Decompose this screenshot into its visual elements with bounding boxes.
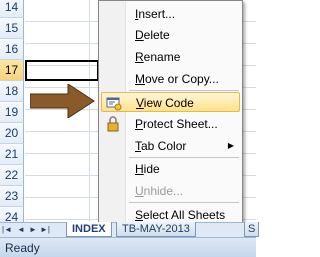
- row-number: 16: [4, 42, 19, 56]
- menu-item-label: Delete: [135, 28, 170, 42]
- sheet-context-menu: Insert... Delete Rename Move or Copy... …: [98, 0, 243, 233]
- first-sheet-icon[interactable]: |◄: [2, 225, 12, 235]
- menu-item-protect-sheet[interactable]: Protect Sheet...: [101, 114, 240, 134]
- row-number: 17: [4, 63, 19, 77]
- sheet-tab-label: S: [248, 223, 256, 235]
- submenu-arrow-icon: ▶: [227, 141, 234, 150]
- row-number: 19: [4, 105, 19, 119]
- row-number: 20: [4, 126, 19, 140]
- menu-separator: [129, 157, 239, 158]
- row-header-21[interactable]: 21: [0, 144, 24, 165]
- tab-s[interactable]: S: [244, 222, 260, 237]
- row-header-17[interactable]: 17: [0, 60, 24, 81]
- menu-item-label: Insert...: [135, 7, 176, 21]
- menu-item-hide[interactable]: Hide: [101, 159, 240, 179]
- row-number: 21: [4, 147, 19, 161]
- row-number: 15: [4, 21, 19, 35]
- menu-item-delete[interactable]: Delete: [101, 25, 240, 45]
- row-header-18[interactable]: 18: [0, 81, 24, 102]
- row-header-22[interactable]: 22: [0, 165, 24, 186]
- tab-tb-may-2013[interactable]: TB-MAY-2013: [116, 222, 196, 237]
- menu-item-label: Hide: [135, 162, 160, 176]
- row-header-19[interactable]: 19: [0, 102, 24, 123]
- row-number: 22: [4, 168, 19, 182]
- next-sheet-icon[interactable]: ►: [28, 225, 38, 235]
- row-header-20[interactable]: 20: [0, 123, 24, 144]
- row-header-14[interactable]: 14: [0, 0, 24, 18]
- row-number: 23: [4, 189, 19, 203]
- sheet-tab-label: INDEX: [72, 223, 106, 235]
- tab-index[interactable]: INDEX: [66, 222, 112, 237]
- menu-item-label: Rename: [135, 50, 181, 64]
- row-header-23[interactable]: 23: [0, 186, 24, 207]
- menu-separator: [129, 202, 239, 203]
- status-bar: Ready: [0, 237, 256, 257]
- menu-item-unhide: Unhide...: [101, 181, 240, 201]
- status-text: Ready: [5, 241, 40, 255]
- row-number: 14: [4, 0, 19, 14]
- sheet-tab-bar: |◄ ◄ ► ►| INDEX TB-MAY-2013 S: [0, 222, 260, 237]
- last-sheet-icon[interactable]: ►|: [40, 225, 50, 235]
- menu-item-move-or-copy[interactable]: Move or Copy...: [101, 69, 240, 89]
- menu-item-rename[interactable]: Rename: [101, 47, 240, 67]
- view-code-icon: [106, 95, 122, 111]
- row-header-15[interactable]: 15: [0, 18, 24, 39]
- row-header-16[interactable]: 16: [0, 39, 24, 60]
- selected-cell[interactable]: [25, 60, 99, 81]
- menu-item-label: Tab Color: [135, 139, 187, 153]
- pointer-arrow-icon: [30, 84, 95, 118]
- menu-item-view-code[interactable]: View Code: [101, 92, 240, 112]
- menu-item-label: Unhide...: [135, 184, 184, 198]
- menu-separator: [129, 90, 239, 91]
- row-number: 18: [4, 84, 19, 98]
- menu-item-label: View Code: [136, 96, 194, 110]
- menu-item-label: Move or Copy...: [135, 72, 219, 86]
- previous-sheet-icon[interactable]: ◄: [16, 225, 26, 235]
- menu-item-tab-color[interactable]: Tab Color ▶: [101, 136, 240, 156]
- padlock-icon: [105, 116, 121, 132]
- row-headers: 14 15 16 17 18 19 20 21 22 23 24: [0, 0, 25, 228]
- sheet-tab-label: TB-MAY-2013: [122, 223, 190, 235]
- menu-item-label: Protect Sheet...: [135, 117, 218, 131]
- menu-item-insert[interactable]: Insert...: [101, 4, 240, 24]
